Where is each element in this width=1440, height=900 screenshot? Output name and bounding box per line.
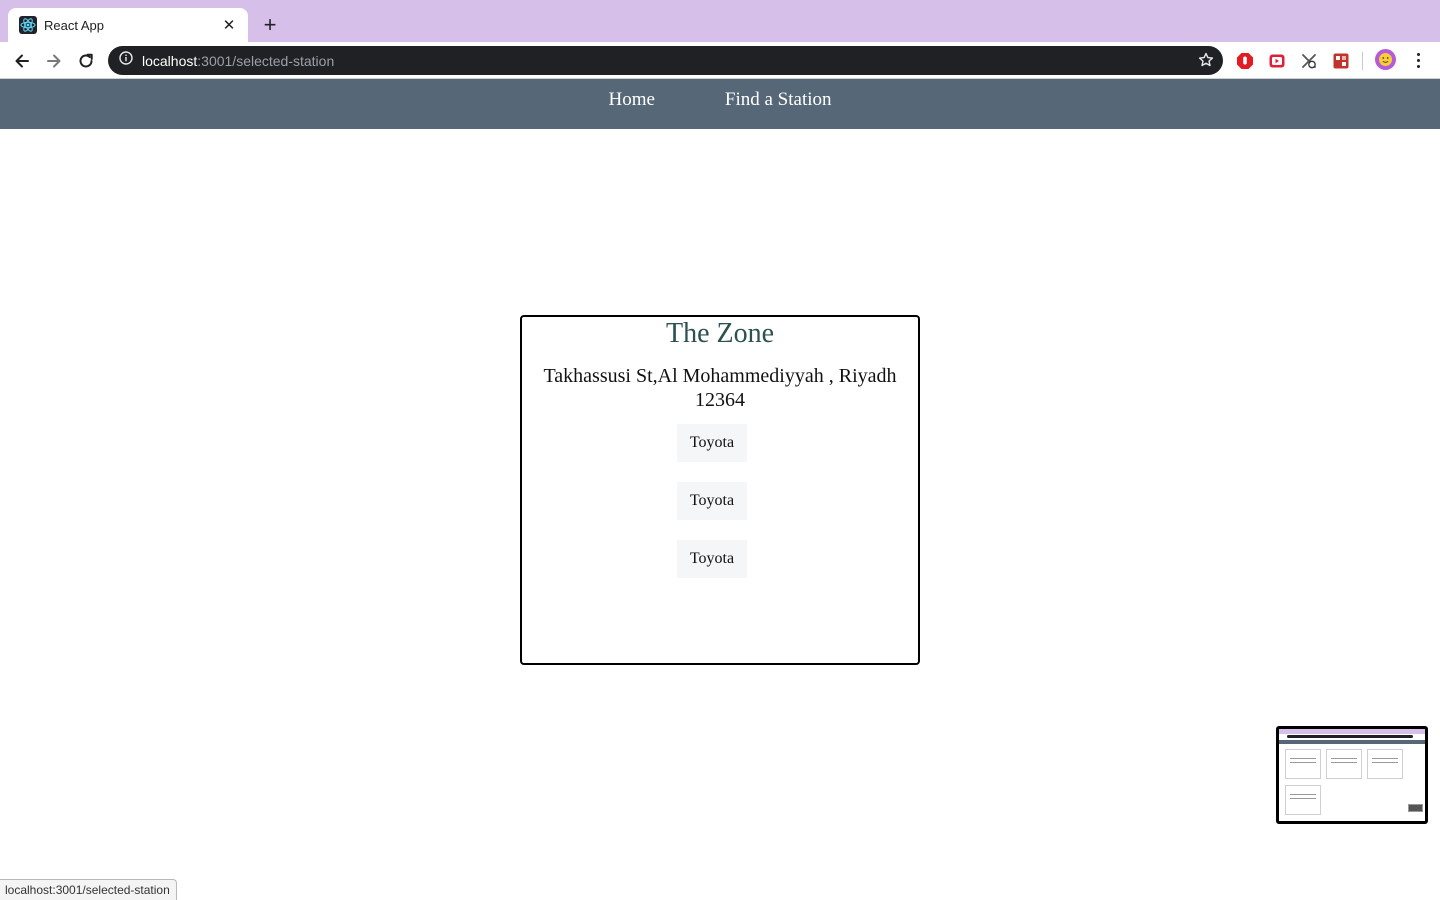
url-path: :3001/selected-station <box>197 52 335 69</box>
profile-avatar-icon[interactable] <box>1375 49 1396 70</box>
site-navbar: Home Find a Station <box>0 79 1440 129</box>
adblock-extension-icon[interactable] <box>1235 51 1255 71</box>
car-item[interactable]: Toyota <box>677 424 747 462</box>
tools-extension-icon[interactable] <box>1299 51 1319 71</box>
thumbnail-tabstrip <box>1279 729 1425 734</box>
nav-link-home[interactable]: Home <box>608 89 654 111</box>
forward-arrow-icon[interactable] <box>41 48 67 74</box>
thumbnail-image <box>1408 804 1423 812</box>
react-icon <box>19 16 37 34</box>
thumbnail-card <box>1367 749 1403 779</box>
close-tab-icon[interactable]: ✕ <box>220 16 238 34</box>
thumbnail-navbar <box>1279 740 1425 744</box>
new-tab-plus-icon[interactable]: + <box>258 13 282 37</box>
status-url-bubble: localhost:3001/selected-station <box>0 879 177 900</box>
toolbar-separator <box>1362 52 1363 70</box>
car-item[interactable]: Toyota <box>677 482 747 520</box>
browser-tab[interactable]: React App ✕ <box>8 8 248 42</box>
car-item[interactable]: Toyota <box>677 540 747 578</box>
station-name: The Zone <box>665 318 775 349</box>
info-icon[interactable] <box>119 51 133 70</box>
screenshot-thumbnail[interactable] <box>1276 726 1428 824</box>
thumbnail-preview <box>1279 729 1425 821</box>
back-arrow-icon[interactable] <box>9 48 35 74</box>
car-list: Toyota Toyota Toyota <box>677 424 747 578</box>
browser-tabstrip: React App ✕ + <box>0 0 1440 42</box>
browser-toolbar: localhost:3001/selected-station <box>0 42 1440 79</box>
thumbnail-addressbar <box>1287 735 1413 738</box>
nav-link-find-station[interactable]: Find a Station <box>725 89 832 111</box>
star-icon[interactable] <box>1197 51 1215 69</box>
reload-icon[interactable] <box>73 48 99 74</box>
kebab-menu-icon[interactable] <box>1410 50 1426 70</box>
station-address: Takhassusi St,Al Mohammediyyah , Riyadh … <box>543 365 897 411</box>
thumbnail-card <box>1285 749 1321 779</box>
video-extension-icon[interactable] <box>1267 51 1287 71</box>
url-host: localhost <box>142 52 198 69</box>
station-card: The Zone Takhassusi St,Al Mohammediyyah … <box>520 315 920 665</box>
tab-title: React App <box>44 17 104 33</box>
thumbnail-card <box>1285 785 1321 815</box>
address-bar[interactable]: localhost:3001/selected-station <box>108 46 1223 75</box>
puzzle-extension-icon[interactable] <box>1331 51 1351 71</box>
thumbnail-card <box>1326 749 1362 779</box>
